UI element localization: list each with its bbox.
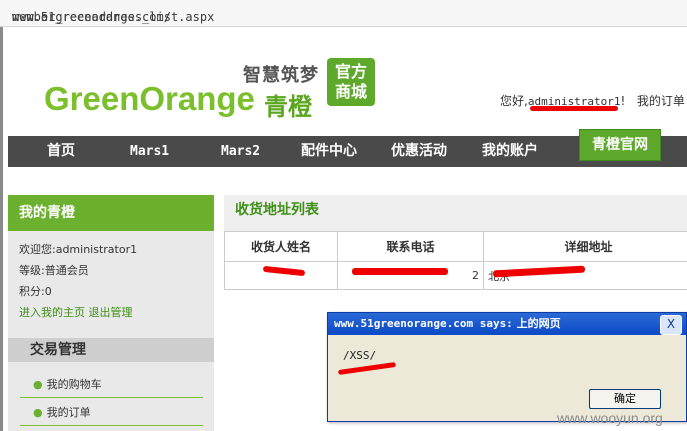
dialog-title-site: www.51greenorange.com says: — [334, 317, 513, 330]
address-bar[interactable]: www.51greenorange.com/member_receaddress… — [0, 0, 687, 27]
trade-section-header: 交易管理 — [8, 338, 214, 362]
sidebar-links: 进入我的主页 退出管理 — [19, 304, 133, 320]
nav-promotions[interactable]: 优惠活动 — [391, 136, 447, 167]
redaction-mark — [530, 106, 618, 111]
nav-accessories[interactable]: 配件中心 — [301, 136, 357, 167]
nav-my-account[interactable]: 我的账户 — [482, 136, 538, 167]
official-store-badge[interactable]: 官方 商城 — [327, 58, 375, 106]
col-name: 收货人姓名 — [224, 231, 338, 262]
my-homepage-link[interactable]: 进入我的主页 — [19, 306, 85, 319]
brand-logo[interactable]: GreenOrange — [44, 80, 255, 118]
nav-home[interactable]: 首页 — [47, 136, 75, 167]
bullet-icon: ● — [33, 378, 43, 391]
table-row: 2 北京 — [224, 261, 687, 290]
brand-name: GreenOrange — [44, 80, 255, 117]
my-orders-link[interactable]: 我的订单 — [637, 94, 685, 108]
logout-link[interactable]: 退出管理 — [89, 306, 133, 319]
brand-cn: 青橙 — [264, 93, 312, 121]
page-title: 收货地址列表 — [235, 202, 319, 218]
menu-divider — [20, 397, 203, 398]
dialog-title-suffix: 上的网页 — [512, 317, 561, 330]
main-nav: 首页 Mars1 Mars2 配件中心 优惠活动 我的账户 青橙官网 — [8, 129, 687, 167]
menu-orders[interactable]: ● 我的订单 — [33, 404, 91, 420]
sidebar-title: 我的青橙 — [8, 195, 214, 231]
col-address: 详细地址 — [483, 231, 687, 262]
sidebar: 我的青橙 欢迎您:administrator1 等级:普通会员 积分:0 进入我… — [8, 195, 214, 431]
bullet-icon: ● — [33, 406, 43, 419]
table-header-row: 收货人姓名 联系电话 详细地址 — [224, 231, 687, 262]
nav-mars1[interactable]: Mars1 — [130, 136, 169, 167]
greeting-suffix: ! — [620, 94, 626, 108]
window-edge — [0, 27, 3, 431]
member-level: 等级:普通会员 — [19, 264, 89, 277]
col-phone: 联系电话 — [337, 231, 484, 262]
redaction-mark — [352, 268, 448, 275]
badge-line2: 商城 — [334, 82, 367, 101]
menu-cart[interactable]: ● 我的购物车 — [33, 376, 102, 392]
cell-name — [224, 261, 338, 290]
dialog-titlebar[interactable]: www.51greenorange.com says: 上的网页 — [328, 313, 686, 335]
main-header: 收货地址列表 — [224, 195, 687, 231]
badge-line1: 官方 — [334, 62, 367, 81]
cell-phone: 2 — [337, 261, 484, 290]
ok-button[interactable]: 确定 — [589, 389, 661, 409]
address-table: 收货人姓名 联系电话 详细地址 2 北京 — [224, 231, 687, 290]
menu-orders-label: 我的订单 — [46, 406, 91, 419]
welcome-text: 欢迎您:administrator1 — [19, 243, 138, 256]
nav-mars2[interactable]: Mars2 — [221, 136, 260, 167]
close-icon[interactable]: X — [660, 315, 682, 335]
nav-official-site-tab[interactable]: 青橙官网 — [579, 129, 661, 161]
menu-cart-label: 我的购物车 — [46, 378, 102, 391]
dialog-message: /XSS/ — [343, 349, 377, 362]
greeting-prefix: 您好, — [500, 94, 528, 108]
url-path: member_receaddress_list.aspx — [12, 10, 215, 24]
menu-divider — [20, 425, 203, 426]
points: 积分:0 — [19, 285, 52, 298]
watermark: www.wooyun.org — [557, 410, 663, 426]
